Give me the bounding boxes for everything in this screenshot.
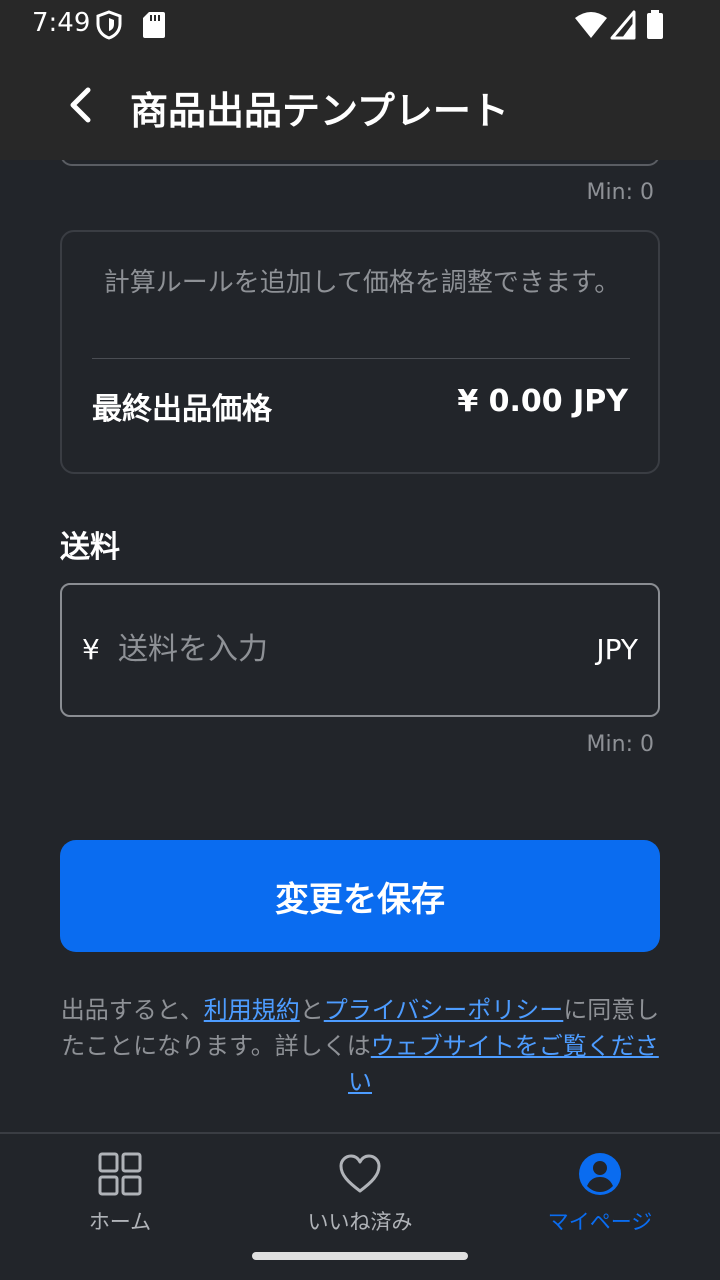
- app-bar: 商品出品テンプレート: [0, 50, 720, 160]
- legal-text: 出品すると、: [60, 996, 204, 1024]
- save-button[interactable]: 変更を保存: [60, 840, 660, 952]
- legal-notice: 出品すると、利用規約とプライバシーポリシーに同意したことになります。詳しくはウェ…: [60, 992, 660, 1100]
- previous-price-field[interactable]: [60, 160, 660, 166]
- gesture-handle[interactable]: [252, 1252, 468, 1260]
- bottom-navigation: ホーム いいね済み マイページ: [0, 1132, 720, 1280]
- nav-item-mypage[interactable]: マイページ: [480, 1134, 720, 1244]
- price-calculation-card: 計算ルールを追加して価格を調整できます。 最終出品価格 ¥ 0.00 JPY: [60, 230, 660, 474]
- nav-item-home[interactable]: ホーム: [0, 1134, 240, 1244]
- website-link[interactable]: ウェブサイトをご覧ください: [348, 1032, 659, 1096]
- back-button[interactable]: [56, 80, 106, 130]
- heart-icon: [339, 1154, 381, 1193]
- final-price-value: ¥ 0.00 JPY: [457, 384, 628, 419]
- wifi-icon: [574, 10, 608, 44]
- page-title: 商品出品テンプレート: [130, 89, 509, 133]
- status-time: 7:49: [32, 8, 91, 38]
- user-icon: [579, 1153, 621, 1195]
- shield-icon: [94, 10, 124, 44]
- shipping-min-label: Min: 0: [586, 732, 654, 757]
- price-min-label: Min: 0: [586, 180, 654, 205]
- nav-label: いいね済み: [307, 1210, 413, 1234]
- chevron-left-icon: [70, 87, 91, 123]
- battery-icon: [646, 10, 664, 44]
- grid-icon: [98, 1152, 142, 1196]
- divider: [92, 358, 630, 359]
- shipping-fee-input[interactable]: [118, 621, 538, 677]
- final-price-label: 最終出品価格: [92, 392, 272, 427]
- legal-text: と: [299, 996, 324, 1024]
- status-bar: 7:49: [0, 0, 720, 50]
- terms-link[interactable]: 利用規約: [204, 996, 300, 1024]
- currency-code: JPY: [596, 633, 638, 666]
- cell-signal-icon: [610, 10, 636, 44]
- nav-label: ホーム: [88, 1210, 152, 1234]
- nav-item-liked[interactable]: いいね済み: [240, 1134, 480, 1244]
- sd-card-icon: [142, 10, 166, 44]
- form-content[interactable]: Min: 0 計算ルールを追加して価格を調整できます。 最終出品価格 ¥ 0.0…: [0, 160, 720, 1132]
- shipping-section-title: 送料: [60, 530, 120, 565]
- currency-symbol: ¥: [82, 633, 100, 666]
- calc-rule-hint: 計算ルールを追加して価格を調整できます。: [103, 268, 621, 298]
- shipping-fee-field[interactable]: ¥ JPY: [60, 583, 660, 717]
- privacy-policy-link[interactable]: プライバシーポリシー: [324, 996, 564, 1024]
- nav-label: マイページ: [547, 1210, 653, 1234]
